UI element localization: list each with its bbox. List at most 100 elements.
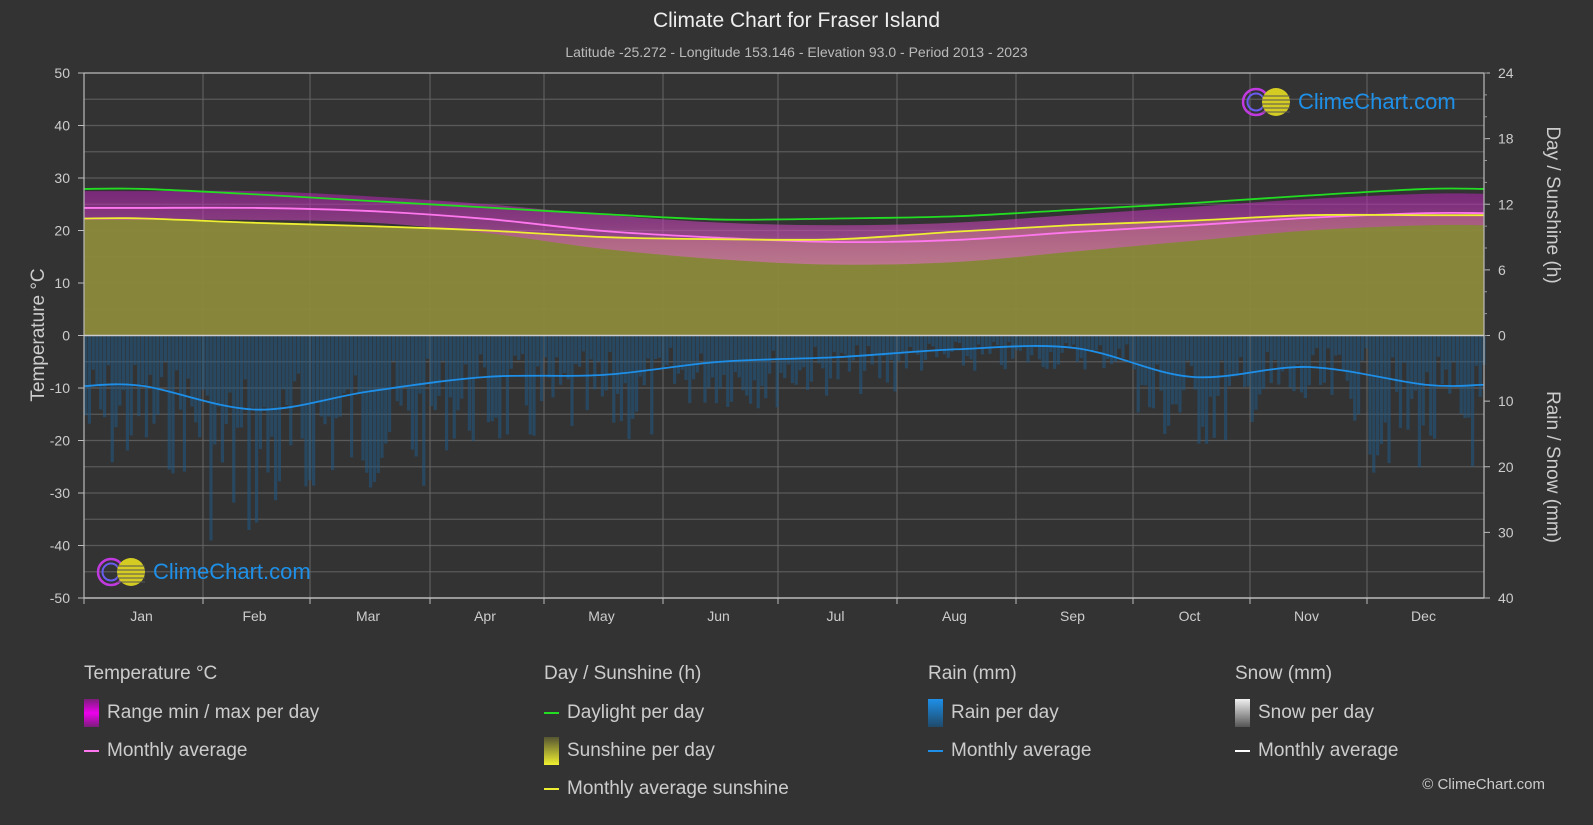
logo-top[interactable]: ClimeChart.com — [1240, 86, 1456, 118]
temp-range-swatch — [84, 699, 99, 727]
rain-day-bar — [673, 335, 677, 384]
rain-day-bar — [194, 335, 198, 423]
rain-day-bar — [1440, 335, 1444, 385]
rain-day-bar — [1417, 335, 1421, 468]
rain-day-bar — [1102, 335, 1106, 369]
rain-day-bar — [600, 335, 604, 397]
rain-day-bar — [619, 335, 623, 422]
rain-day-bar — [1212, 335, 1216, 438]
rain-day-bar — [190, 335, 194, 407]
right-axis-title-bottom: Rain / Snow (mm) — [1542, 391, 1563, 543]
legend-label: Monthly average — [1258, 740, 1399, 761]
logo-bottom[interactable]: ClimeChart.com — [95, 556, 311, 588]
climechart-logo-icon — [1241, 87, 1290, 117]
rain-day-bar — [1353, 335, 1357, 421]
rain-day-bar — [646, 335, 650, 359]
daylight-swatch — [544, 712, 559, 714]
rain-day-bar — [1395, 335, 1399, 392]
rain-day-bar — [574, 335, 578, 365]
rain-day-bar — [612, 335, 616, 423]
rain-day-bar — [1220, 335, 1224, 361]
x-tick-label: Jul — [827, 608, 845, 624]
legend-item-rain: Rain per day — [928, 699, 1091, 727]
left-tick-label: -10 — [50, 380, 70, 396]
rain-day-bar — [1349, 335, 1353, 399]
rain-day-bar — [543, 335, 547, 358]
rain-day-bar — [262, 335, 266, 408]
rain-day-bar — [251, 335, 255, 408]
rain-day-bar — [684, 335, 688, 381]
left-tick-label: -20 — [50, 433, 70, 449]
x-tick-label: Feb — [242, 608, 266, 624]
rain-day-bar — [912, 335, 916, 353]
rain-day-bar — [460, 335, 464, 399]
rain-day-bar — [1459, 335, 1463, 414]
rain-day-bar — [855, 335, 859, 346]
rain-day-bar — [1094, 335, 1098, 351]
rain-day-bar — [608, 335, 612, 353]
rain-day-bar — [467, 335, 471, 431]
rain-day-bar — [141, 335, 145, 385]
rain-day-bar — [361, 335, 365, 461]
rain-day-bar — [1284, 335, 1288, 367]
rain-day-bar — [954, 335, 958, 342]
rain-day-bar — [243, 335, 247, 380]
rain-day-bar — [95, 335, 99, 386]
rain-day-bar — [908, 335, 912, 347]
rain-day-bar — [456, 335, 460, 411]
rain-day-bar — [787, 335, 791, 365]
rain-day-bar — [171, 335, 175, 474]
right-tick-label: 10 — [1498, 393, 1514, 409]
rain-day-bar — [1338, 335, 1342, 355]
rain-day-bar — [315, 335, 319, 402]
rain-day-bar — [1288, 335, 1292, 388]
legend-temperature-title: Temperature °C — [84, 663, 218, 684]
x-tick-label: Jun — [707, 608, 730, 624]
rain-day-bar — [714, 335, 718, 404]
rain-day-bar — [885, 335, 889, 383]
rain-day-bar — [1167, 335, 1171, 426]
rain-day-bar — [509, 335, 513, 369]
rain-day-bar — [410, 335, 414, 450]
rain-day-bar — [137, 335, 141, 417]
rain-day-bar — [737, 335, 741, 378]
rain-day-bar — [1258, 335, 1262, 395]
rain-day-bar — [1125, 335, 1129, 345]
rain-day-bar — [1471, 335, 1475, 467]
right-axis-title-top: Day / Sunshine (h) — [1542, 126, 1563, 283]
legend-rain: Rain (mm) Rain per day Monthly average — [928, 663, 1091, 777]
rain-day-bar — [1079, 335, 1083, 359]
sunshine-swatch — [544, 737, 559, 765]
rain-day-bar — [1269, 335, 1273, 384]
rain-day-bar — [1467, 335, 1471, 418]
rain-day-bar — [1159, 335, 1163, 391]
rain-day-bar — [483, 335, 487, 368]
rain-day-bar — [1144, 335, 1148, 386]
rain-day-bar — [733, 335, 737, 373]
rain-day-bar — [984, 335, 988, 349]
rain-day-bar — [1341, 335, 1345, 372]
rain-day-bar — [817, 335, 821, 364]
rain-day-bar — [1170, 335, 1174, 405]
rain-day-bar — [437, 335, 441, 396]
rain-day-bar — [475, 335, 479, 379]
legend-temperature: Temperature °C Range min / max per day M… — [84, 663, 319, 777]
rain-day-bar — [464, 335, 468, 365]
rain-day-bar — [304, 335, 308, 487]
right-tick-label: 0 — [1498, 328, 1506, 344]
rain-day-bar — [806, 335, 810, 391]
rain-day-bar — [407, 335, 411, 411]
legend-item-sunshine-avg: Monthly average sunshine — [544, 777, 789, 801]
rain-day-bar — [749, 335, 753, 404]
rain-day-bar — [802, 335, 806, 368]
copyright: © ClimeChart.com — [1422, 776, 1545, 793]
legend-item-snow-avg: Monthly average — [1235, 739, 1398, 763]
rain-day-bar — [266, 335, 270, 473]
rain-day-bar — [764, 335, 768, 399]
legend-item-sunshine: Sunshine per day — [544, 737, 789, 765]
rain-day-bar — [346, 335, 350, 390]
left-tick-label: 50 — [54, 65, 70, 81]
rain-day-bar — [642, 335, 646, 386]
left-tick-label: -30 — [50, 485, 70, 501]
rain-day-bar — [133, 335, 137, 365]
